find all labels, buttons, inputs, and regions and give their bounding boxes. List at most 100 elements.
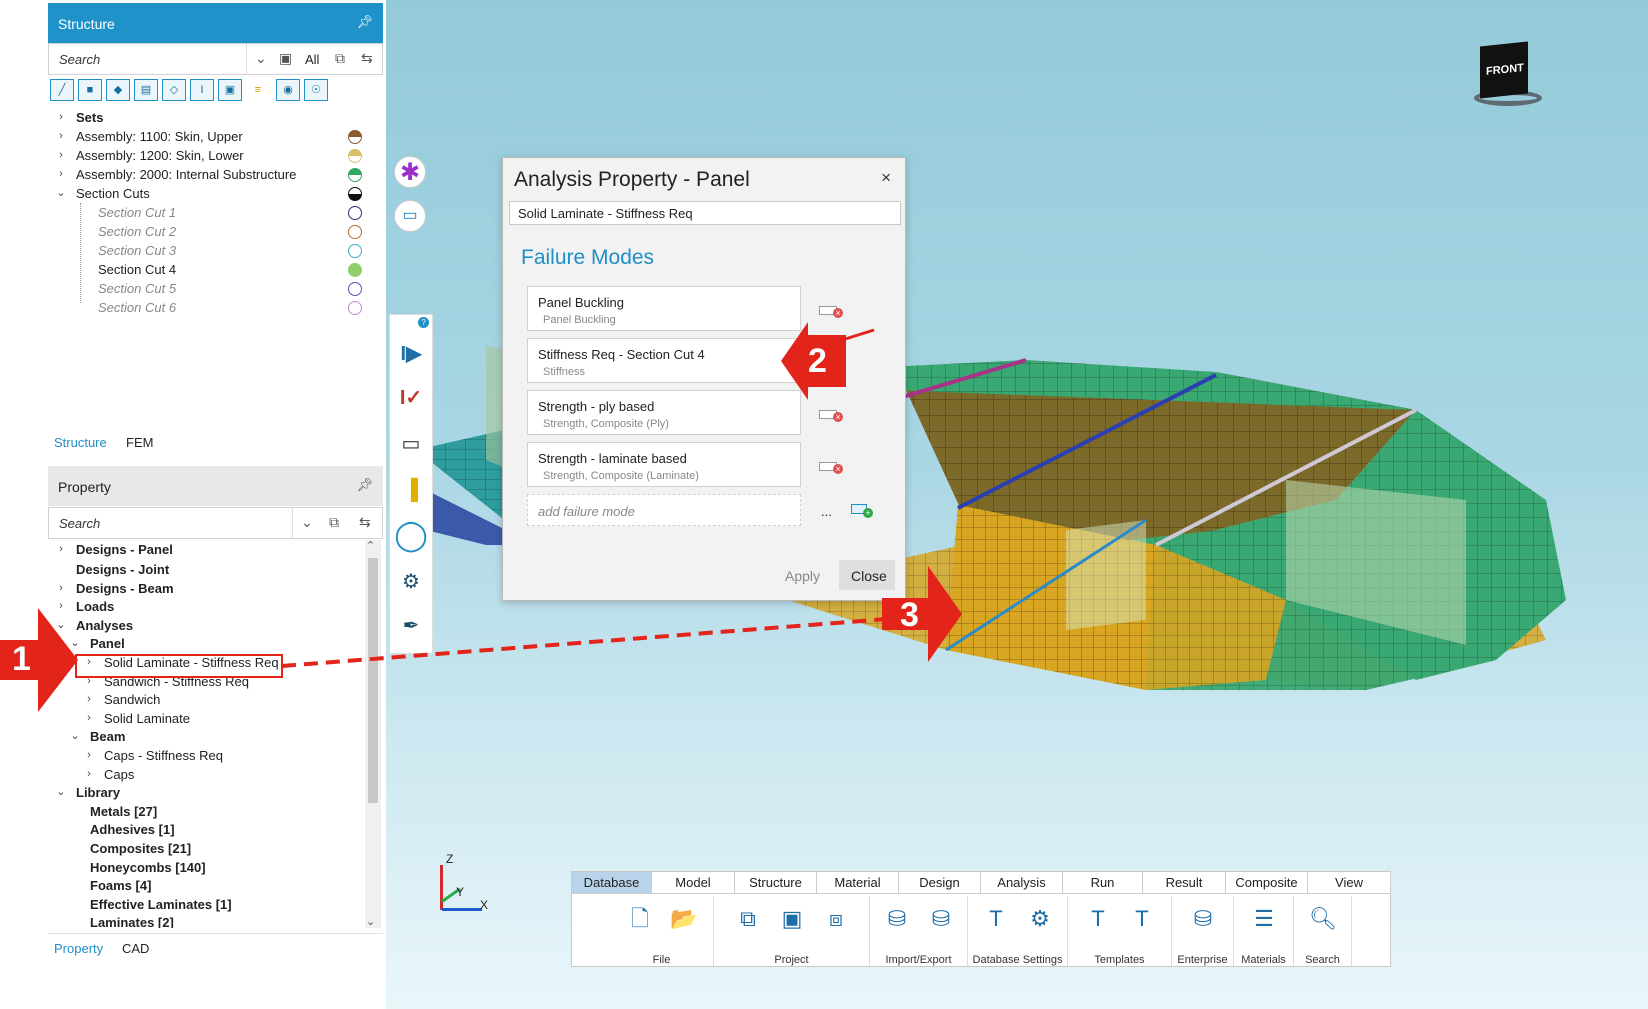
template-manage-icon[interactable]: T xyxy=(1125,902,1159,936)
glasses-icon[interactable]: ▭ xyxy=(390,424,432,464)
beam-tool-icon[interactable]: I xyxy=(190,79,214,101)
ribbon-tab-structure[interactable]: Structure xyxy=(735,872,817,894)
beam-check-icon[interactable]: I✓ xyxy=(390,378,432,418)
structure-tree-item[interactable]: Section Cut 4 xyxy=(48,260,366,279)
chevron-right-icon[interactable]: › xyxy=(84,765,94,784)
gear-eye-icon[interactable]: ⚙ xyxy=(390,562,432,602)
sync-icon[interactable]: ⇆ xyxy=(361,50,373,67)
failure-mode-item[interactable]: Strength - ply based Strength, Composite… xyxy=(527,390,801,435)
structure-tree-item[interactable]: Section Cut 3 xyxy=(48,241,366,260)
rectangle-select-icon[interactable]: ▭ xyxy=(394,200,426,232)
chevron-right-icon[interactable]: › xyxy=(84,746,94,765)
chevron-right-icon[interactable]: › xyxy=(84,709,94,728)
node-tool-icon[interactable]: ╱ xyxy=(50,79,74,101)
property-tree-item[interactable]: ⌄ Analyses xyxy=(48,616,366,635)
failure-mode-item[interactable]: Stiffness Req - Section Cut 4 Stiffness xyxy=(527,338,801,383)
property-tree-item[interactable]: Laminates [2] xyxy=(48,913,366,928)
property-tree-item[interactable]: › Caps xyxy=(48,765,366,784)
structure-search-input[interactable]: Search xyxy=(49,44,247,74)
chevron-down-icon[interactable]: ⌄ xyxy=(70,727,80,746)
property-tree-item[interactable]: ⌄ Panel xyxy=(48,634,366,653)
structure-tree-item[interactable]: › Assembly: 1100: Skin, Upper xyxy=(48,127,366,146)
scroll-up-icon[interactable]: ⌃ xyxy=(366,539,375,552)
chevron-right-icon[interactable]: › xyxy=(56,540,66,559)
chevron-right-icon[interactable]: › xyxy=(56,108,66,127)
project-icon[interactable]: ▣ xyxy=(775,902,809,936)
remove-failure-mode-icon[interactable] xyxy=(819,462,843,474)
color-swatch-icon[interactable] xyxy=(348,225,362,239)
close-button[interactable]: Close xyxy=(839,560,895,590)
property-tree-item[interactable]: Foams [4] xyxy=(48,876,366,895)
view-cube[interactable]: FRONT xyxy=(1456,40,1556,110)
remove-failure-mode-icon[interactable] xyxy=(819,410,843,422)
remove-failure-mode-icon[interactable] xyxy=(819,306,843,318)
property-tree-item[interactable]: › Sandwich xyxy=(48,690,366,709)
search-icon[interactable]: 🔍︎ xyxy=(1306,902,1340,936)
ribbon-tab-analysis[interactable]: Analysis xyxy=(981,872,1063,894)
chevron-down-icon[interactable]: ⌄ xyxy=(70,634,80,653)
cube-filter-icon[interactable]: ▣ xyxy=(279,50,292,67)
color-swatch-icon[interactable] xyxy=(348,282,362,296)
color-swatch-icon[interactable] xyxy=(348,206,362,220)
failure-mode-item[interactable]: Panel Buckling Panel Buckling xyxy=(527,286,801,331)
ribbon-tab-run[interactable]: Run xyxy=(1063,872,1143,894)
import-database-icon[interactable]: ⛁ xyxy=(880,902,914,936)
property-tree-item[interactable]: › Designs - Panel xyxy=(48,540,366,560)
beam-play-icon[interactable]: I▶ xyxy=(390,334,432,374)
property-tree-item[interactable]: › Solid Laminate - Stiffness Req xyxy=(48,653,366,672)
property-tree-item[interactable]: ⌄ Library xyxy=(48,783,366,802)
color-swatch-icon[interactable] xyxy=(348,168,362,182)
export-project-icon[interactable]: ⧈ xyxy=(819,902,853,936)
structure-tree-item[interactable]: Section Cut 2 xyxy=(48,222,366,241)
chevron-right-icon[interactable]: › xyxy=(56,597,66,616)
color-swatch-icon[interactable] xyxy=(348,301,362,315)
structure-tree-item[interactable]: Section Cut 6 xyxy=(48,298,366,317)
property-search-input[interactable]: Search xyxy=(49,508,293,538)
ribbon-tab-database[interactable]: Database xyxy=(572,872,652,894)
color-swatch-icon[interactable] xyxy=(348,130,362,144)
property-tree-item[interactable]: Designs - Joint xyxy=(48,560,366,579)
scroll-down-icon[interactable]: ⌄ xyxy=(366,915,375,928)
ribbon-tab-material[interactable]: Material xyxy=(817,872,899,894)
filter-all-label[interactable]: All xyxy=(305,52,319,67)
property-scrollbar[interactable]: ⌃ ⌄ xyxy=(365,540,381,928)
chevron-right-icon[interactable]: › xyxy=(56,127,66,146)
chevron-down-icon[interactable]: ⌄ xyxy=(301,514,313,531)
failure-mode-item[interactable]: Strength - laminate based Strength, Comp… xyxy=(527,442,801,487)
plate-tool-icon[interactable]: ◇ xyxy=(162,79,186,101)
structure-tree-item[interactable]: Section Cut 1 xyxy=(48,203,366,222)
property-tree-item[interactable]: Effective Laminates [1] xyxy=(48,895,366,914)
color-swatch-icon[interactable] xyxy=(348,187,362,201)
property-tree-item[interactable]: Composites [21] xyxy=(48,839,366,858)
property-tree-item[interactable]: Honeycombs [140] xyxy=(48,858,366,877)
donut-chart-icon[interactable]: ◯ xyxy=(390,516,432,556)
chip-tool-icon[interactable]: ☉ xyxy=(304,79,328,101)
property-tree-item[interactable]: › Solid Laminate xyxy=(48,709,366,728)
property-name-field[interactable]: Solid Laminate - Stiffness Req xyxy=(509,201,901,225)
tab-property[interactable]: Property xyxy=(54,941,103,956)
collapse-icon[interactable]: ⧉ xyxy=(335,50,345,67)
property-tree-item[interactable]: Adhesives [1] xyxy=(48,820,366,839)
enterprise-icon[interactable]: ⛁ xyxy=(1186,902,1220,936)
more-options-button[interactable]: ... xyxy=(821,504,832,519)
chevron-right-icon[interactable]: › xyxy=(84,653,94,672)
ribbon-tab-composite[interactable]: Composite xyxy=(1226,872,1308,894)
property-tree-item[interactable]: › Loads xyxy=(48,597,366,616)
asterisk-icon[interactable]: ✱ xyxy=(394,156,426,188)
new-project-icon[interactable]: ⧉ xyxy=(731,902,765,936)
help-icon[interactable]: ? xyxy=(418,317,429,328)
structure-tree-item[interactable]: › Assembly: 1200: Skin, Lower xyxy=(48,146,366,165)
structure-tree-item[interactable]: ⌄ Section Cuts xyxy=(48,184,366,203)
pin-icon[interactable]: 📌︎ xyxy=(356,14,373,30)
template-icon[interactable]: T xyxy=(1081,902,1115,936)
pen-icon[interactable]: ✒ xyxy=(390,606,432,646)
ribbon-tab-model[interactable]: Model xyxy=(652,872,735,894)
ribbon-tab-design[interactable]: Design xyxy=(899,872,981,894)
property-tree-item[interactable]: › Caps - Stiffness Req xyxy=(48,746,366,765)
color-bar-icon[interactable]: ▐ xyxy=(390,470,432,510)
sync-icon[interactable]: ⇆ xyxy=(359,514,371,531)
view-cube-face[interactable]: FRONT xyxy=(1480,41,1528,99)
property-tree-item[interactable]: Metals [27] xyxy=(48,802,366,821)
chevron-down-icon[interactable]: ⌄ xyxy=(56,184,66,203)
ribbon-tab-view[interactable]: View xyxy=(1308,872,1391,894)
